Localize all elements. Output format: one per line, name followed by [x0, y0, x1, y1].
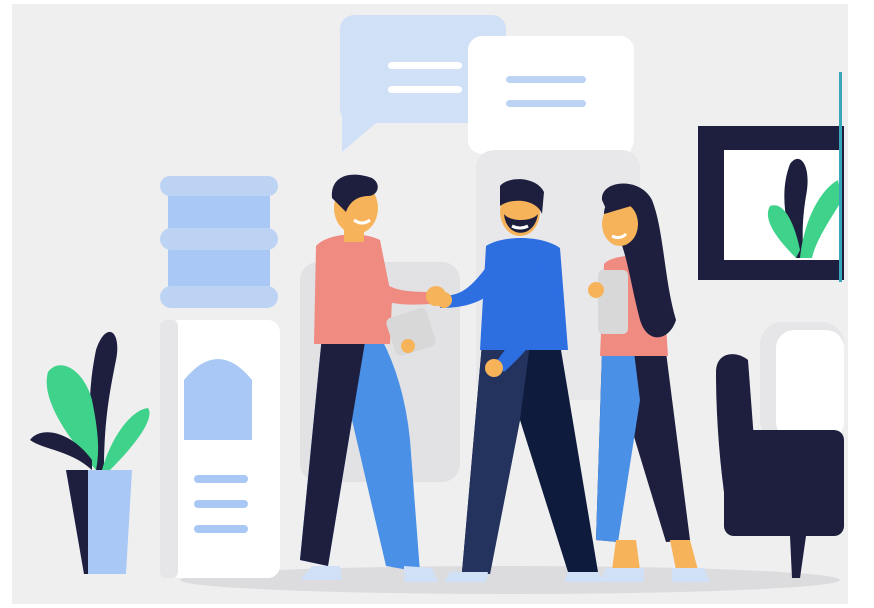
water-cooler: [160, 176, 280, 578]
illustration-frame: [0, 0, 874, 608]
office-scene-illustration: [12, 4, 848, 604]
